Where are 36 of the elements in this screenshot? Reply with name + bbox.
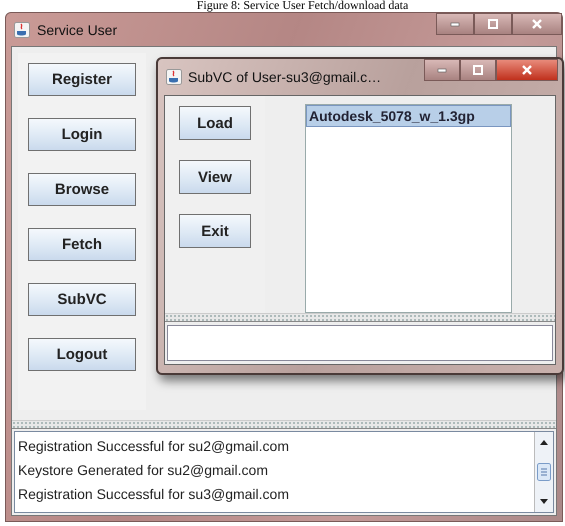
- menu-button[interactable]: Login: [28, 118, 136, 151]
- log-line: Registration Successful for su2@gmail.com: [18, 437, 290, 456]
- splitter-bar[interactable]: [165, 313, 555, 322]
- action-button[interactable]: Exit: [179, 214, 251, 248]
- menu-button[interactable]: Browse: [28, 173, 136, 206]
- close-icon: [531, 18, 543, 30]
- list-item[interactable]: Autodesk_5078_w_1.3gp: [306, 105, 511, 127]
- close-button[interactable]: [512, 13, 562, 35]
- minimize-icon: [450, 22, 460, 26]
- minimize-button[interactable]: [424, 59, 460, 81]
- minimize-button[interactable]: [436, 13, 474, 35]
- close-button[interactable]: [496, 59, 558, 81]
- window-title: SubVC of User-su3@gmail.c…: [188, 69, 382, 85]
- figure-caption: Figure 8: Service User Fetch/download data: [196, 0, 410, 12]
- minimize-icon: [437, 68, 447, 72]
- scroll-down-icon: [539, 498, 549, 506]
- menu-button[interactable]: SubVC: [28, 283, 136, 316]
- menu-button[interactable]: Logout: [28, 338, 136, 371]
- close-icon: [521, 64, 533, 76]
- window-title: Service User: [37, 22, 118, 38]
- maximize-button[interactable]: [474, 13, 512, 35]
- action-button[interactable]: View: [179, 160, 251, 194]
- maximize-icon: [472, 64, 484, 76]
- maximize-icon: [487, 18, 499, 30]
- maximize-button[interactable]: [460, 59, 496, 81]
- log-line: Keystore Generated for su2@gmail.com: [18, 461, 269, 480]
- scroll-thumb-icon: [537, 463, 551, 481]
- menu-button[interactable]: Register: [28, 63, 136, 96]
- scroll-up-icon: [539, 438, 549, 446]
- java-cup-icon: [166, 69, 182, 85]
- action-button[interactable]: Load: [179, 106, 251, 140]
- menu-button[interactable]: Fetch: [28, 228, 136, 261]
- scrollbar[interactable]: [534, 432, 553, 512]
- log-line: Registration Successful for su3@gmail.com: [18, 485, 290, 504]
- text-field[interactable]: [167, 325, 553, 361]
- java-cup-icon: [14, 22, 30, 38]
